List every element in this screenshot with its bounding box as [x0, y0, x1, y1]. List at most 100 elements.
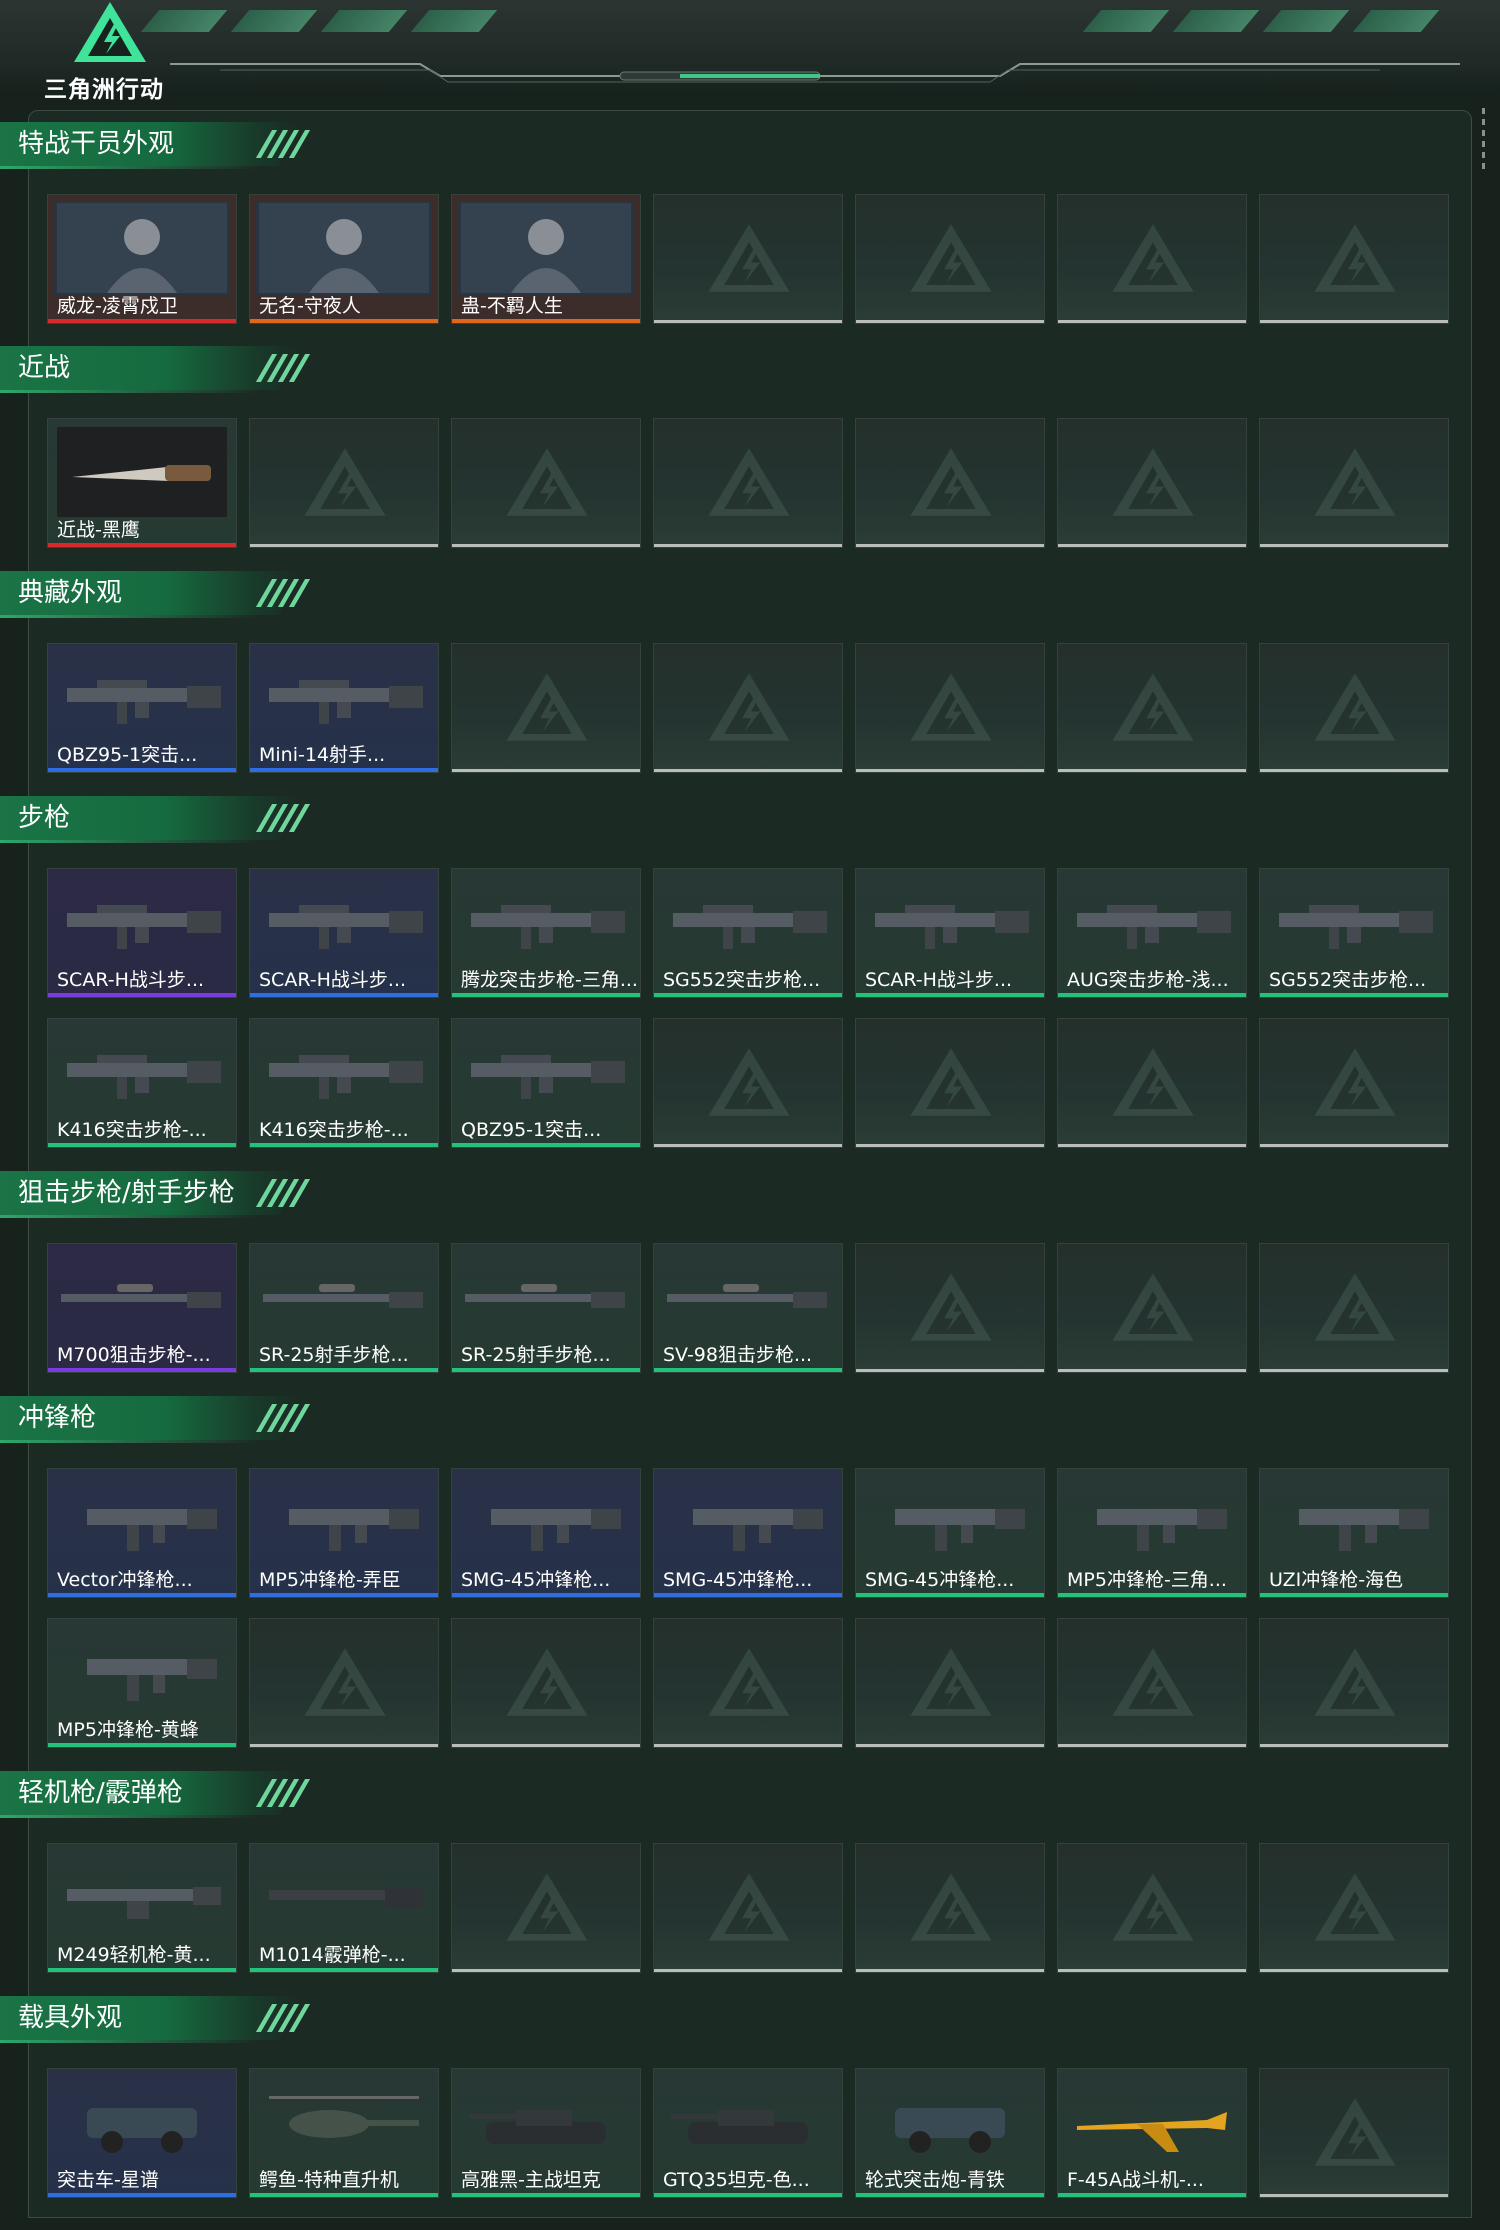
section-title: 近战: [18, 353, 71, 383]
section-hatch-icon: [255, 354, 311, 382]
empty-slot-logo-icon: [1314, 1873, 1396, 1941]
empty-slot-logo-icon: [304, 1648, 386, 1716]
rarity-bar: [1058, 2193, 1246, 2197]
empty-slot: [1057, 194, 1247, 324]
rarity-bar: [856, 1593, 1044, 1597]
empty-slot: [855, 1843, 1045, 1973]
empty-slot-logo-icon: [304, 448, 386, 516]
item-card[interactable]: 轮式突击炮-青铁: [855, 2068, 1045, 2198]
vehicle-icon: [54, 2075, 230, 2169]
item-card[interactable]: 腾龙突击步枪-三角...: [451, 868, 641, 998]
section-hatch-icon: [255, 1779, 311, 1807]
scrollbar[interactable]: [1482, 108, 1486, 180]
rifle-icon: [54, 650, 230, 744]
item-card[interactable]: K416突击步枪-...: [47, 1018, 237, 1148]
rifle-icon: [862, 875, 1038, 969]
item-card[interactable]: SCAR-H战斗步...: [249, 868, 439, 998]
rarity-bar: [250, 2193, 438, 2197]
empty-slot: [1259, 2068, 1449, 2198]
item-card[interactable]: MP5冲锋枪-黄蜂: [47, 1618, 237, 1748]
empty-slot: [855, 418, 1045, 548]
item-label: SR-25射手步枪...: [259, 1344, 409, 1366]
rarity-bar: [452, 1593, 640, 1597]
empty-slot-logo-icon: [506, 1648, 588, 1716]
item-card[interactable]: 威龙-凌霄戍卫: [47, 194, 237, 324]
item-card[interactable]: 高雅黑-主战坦克: [451, 2068, 641, 2198]
section-title: 载具外观: [18, 2003, 123, 2033]
item-card[interactable]: M700狙击步枪-...: [47, 1243, 237, 1373]
sniper-icon: [458, 1250, 634, 1344]
rarity-bar: [48, 2193, 236, 2197]
empty-slot: [1259, 194, 1449, 324]
item-card[interactable]: 突击车-星谱: [47, 2068, 237, 2198]
item-label: 威龙-凌霄戍卫: [57, 295, 178, 317]
item-card[interactable]: MP5冲锋枪-弄臣: [249, 1468, 439, 1598]
section-header-underline: [0, 1815, 260, 1818]
item-card[interactable]: SV-98狙击步枪...: [653, 1243, 843, 1373]
item-card[interactable]: SG552突击步枪...: [1259, 868, 1449, 998]
rarity-bar: [48, 993, 236, 997]
item-card[interactable]: SMG-45冲锋枪...: [451, 1468, 641, 1598]
item-card[interactable]: 鳄鱼-特种直升机: [249, 2068, 439, 2198]
item-card[interactable]: SCAR-H战斗步...: [855, 868, 1045, 998]
item-card[interactable]: 蛊-不羁人生: [451, 194, 641, 324]
rarity-bar: [654, 1368, 842, 1372]
empty-slot: [1057, 1618, 1247, 1748]
item-label: F-45A战斗机-...: [1067, 2169, 1204, 2191]
item-label: M1014霰弹枪-...: [259, 1944, 406, 1966]
item-card[interactable]: SR-25射手步枪...: [249, 1243, 439, 1373]
item-card[interactable]: SMG-45冲锋枪...: [855, 1468, 1045, 1598]
item-label: SG552突击步枪...: [663, 969, 821, 991]
empty-slot: [1259, 1243, 1449, 1373]
item-label: SCAR-H战斗步...: [865, 969, 1013, 991]
item-card[interactable]: 无名-守夜人: [249, 194, 439, 324]
game-logo-icon: [74, 2, 146, 62]
smg-icon: [256, 1475, 432, 1569]
item-label: 鳄鱼-特种直升机: [259, 2169, 399, 2191]
item-label: MP5冲锋枪-黄蜂: [57, 1719, 199, 1741]
section-header: 步枪: [0, 796, 330, 843]
item-card[interactable]: F-45A战斗机-...: [1057, 2068, 1247, 2198]
section-header-underline: [0, 1215, 260, 1218]
item-card[interactable]: M1014霰弹枪-...: [249, 1843, 439, 1973]
item-card[interactable]: M249轻机枪-黄...: [47, 1843, 237, 1973]
operator-portrait-icon: [54, 201, 230, 295]
item-card[interactable]: MP5冲锋枪-三角...: [1057, 1468, 1247, 1598]
item-card[interactable]: GTQ35坦克-色...: [653, 2068, 843, 2198]
smg-icon: [54, 1625, 230, 1719]
empty-slot: [451, 418, 641, 548]
empty-slot: [653, 418, 843, 548]
item-label: 近战-黑鹰: [57, 519, 140, 541]
rarity-bar: [250, 1368, 438, 1372]
empty-slot: [1259, 1618, 1449, 1748]
operator-portrait-icon: [256, 201, 432, 295]
section-header: 典藏外观: [0, 571, 330, 618]
empty-slot-logo-icon: [1112, 673, 1194, 741]
item-card[interactable]: Vector冲锋枪...: [47, 1468, 237, 1598]
item-label: SR-25射手步枪...: [461, 1344, 611, 1366]
rarity-bar: [452, 2193, 640, 2197]
section-header: 载具外观: [0, 1996, 330, 2043]
empty-slot-logo-icon: [1314, 673, 1396, 741]
item-card[interactable]: Mini-14射手...: [249, 643, 439, 773]
rarity-bar: [48, 768, 236, 772]
item-card[interactable]: SMG-45冲锋枪...: [653, 1468, 843, 1598]
empty-slot: [855, 1018, 1045, 1148]
rarity-bar: [1260, 1593, 1448, 1597]
item-card[interactable]: SG552突击步枪...: [653, 868, 843, 998]
item-card[interactable]: QBZ95-1突击...: [451, 1018, 641, 1148]
item-card[interactable]: 近战-黑鹰: [47, 418, 237, 548]
empty-slot: [451, 1618, 641, 1748]
item-card[interactable]: SR-25射手步枪...: [451, 1243, 641, 1373]
rarity-bar: [250, 1968, 438, 1972]
section-hatch-icon: [255, 1179, 311, 1207]
empty-slot: [855, 1618, 1045, 1748]
item-card[interactable]: QBZ95-1突击...: [47, 643, 237, 773]
item-card[interactable]: AUG突击步枪-浅...: [1057, 868, 1247, 998]
rifle-icon: [256, 875, 432, 969]
item-card[interactable]: K416突击步枪-...: [249, 1018, 439, 1148]
item-card[interactable]: UZI冲锋枪-海色: [1259, 1468, 1449, 1598]
empty-slot: [1259, 1018, 1449, 1148]
item-card[interactable]: SCAR-H战斗步...: [47, 868, 237, 998]
rifle-icon: [660, 875, 836, 969]
